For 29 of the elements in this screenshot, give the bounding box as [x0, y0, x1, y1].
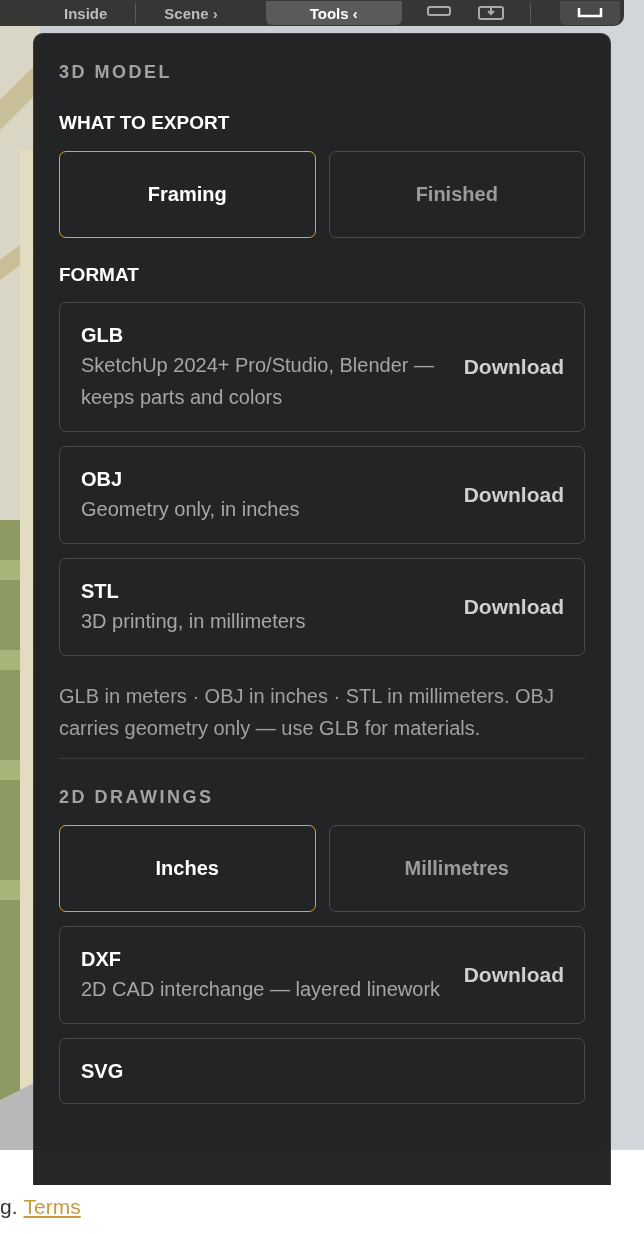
format-description: 2D CAD interchange — layered linework	[81, 977, 442, 1002]
format-description: 3D printing, in millimeters	[81, 609, 307, 634]
toolbar-tab[interactable]: Inside	[36, 1, 136, 25]
option-button[interactable]: Finished	[328, 151, 585, 238]
option-button[interactable]: Millimetres	[328, 825, 585, 912]
format-name: OBJ	[81, 467, 124, 492]
option-button[interactable]: Framing	[59, 151, 316, 238]
download-button[interactable]: Download	[463, 595, 564, 619]
field-label: FORMAT	[59, 264, 140, 286]
section-title: 3D MODEL	[59, 62, 173, 83]
footer-text: g.	[0, 1195, 18, 1219]
toolbar-tab[interactable]: Tools ‹	[265, 1, 402, 25]
export-button[interactable]	[560, 1, 620, 25]
download-button[interactable]: Download	[463, 963, 564, 987]
box-icon	[577, 6, 603, 20]
format-description: SketchUp 2024+ Pro/Studio, Blender — keeps parts and colors	[81, 353, 435, 410]
toolbar-tab[interactable]: Scene ›	[136, 1, 246, 25]
download-button[interactable]: Download	[463, 483, 564, 507]
download-icon[interactable]	[475, 5, 506, 21]
download-button[interactable]: Download	[463, 355, 564, 379]
format-name: DXF	[81, 947, 122, 972]
section-title: 2D DRAWINGS	[59, 787, 215, 808]
note-text: GLB in meters · OBJ in inches · STL in millimeters. OBJ carries geometry only — use GLB for materials.	[59, 684, 555, 741]
format-description: Geometry only, in inches	[81, 497, 301, 522]
format-name: STL	[81, 579, 120, 604]
field-label: WHAT TO EXPORT	[59, 112, 231, 134]
format-name: SVG	[81, 1059, 125, 1084]
format-name: GLB	[81, 323, 125, 348]
option-button[interactable]: Inches	[59, 825, 316, 912]
